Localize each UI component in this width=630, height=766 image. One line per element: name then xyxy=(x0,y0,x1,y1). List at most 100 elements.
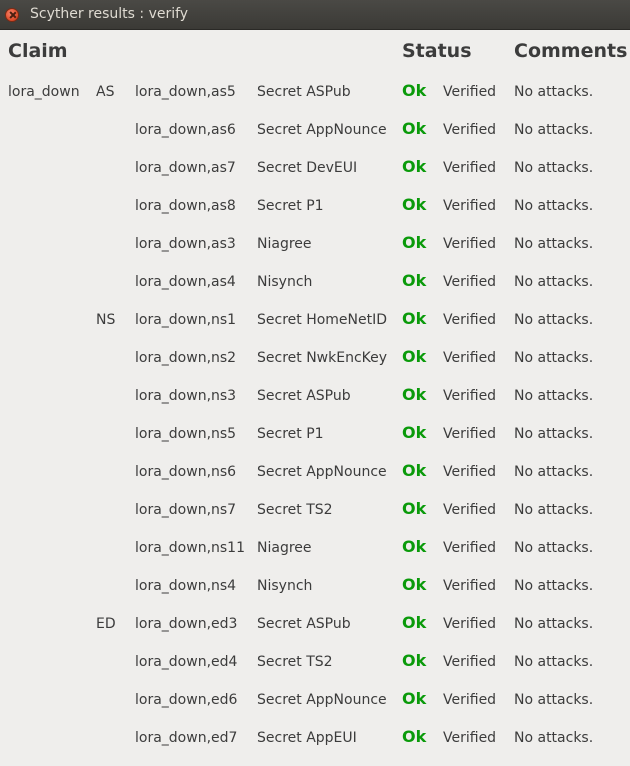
comment-text: No attacks. xyxy=(514,350,594,366)
claim-type: Secret AppEUI xyxy=(257,730,357,746)
status-ok: Ok xyxy=(402,309,427,328)
status-ok: Ok xyxy=(402,385,427,404)
protocol-name: lora_down xyxy=(8,84,80,100)
status-verified: Verified xyxy=(443,388,497,404)
table-row: lora_down,as8 Secret P1 Ok Verified No attac… xyxy=(0,195,630,234)
comment-text: No attacks. xyxy=(514,464,594,480)
status-ok: Ok xyxy=(402,727,427,746)
status-ok: Ok xyxy=(402,423,427,442)
status-ok: Ok xyxy=(402,119,427,138)
status-ok: Ok xyxy=(402,537,427,556)
table-row: lora_down,ns2 Secret NwkEncKey Ok Verified N… xyxy=(0,347,630,386)
claim-type: Secret P1 xyxy=(257,426,324,442)
role-name: ED xyxy=(96,616,116,632)
claim-type: Secret ASPub xyxy=(257,616,351,632)
claim-label: lora_down,ns1 xyxy=(135,312,237,328)
claim-label: lora_down,ns6 xyxy=(135,464,237,480)
status-ok: Ok xyxy=(402,347,427,366)
status-ok: Ok xyxy=(402,81,427,100)
claim-label: lora_down,ns2 xyxy=(135,350,237,366)
status-ok: Ok xyxy=(402,651,427,670)
comment-text: No attacks. xyxy=(514,312,594,328)
comments-column-header: Comments xyxy=(514,40,628,62)
status-ok: Ok xyxy=(402,195,427,214)
claim-label: lora_down,ns7 xyxy=(135,502,237,518)
claim-type: Secret AppNounce xyxy=(257,464,387,480)
claim-type: Niagree xyxy=(257,236,312,252)
table-row: lora_down,ns7 Secret TS2 Ok Verified No atta… xyxy=(0,499,630,538)
status-verified: Verified xyxy=(443,616,497,632)
comment-text: No attacks. xyxy=(514,388,594,404)
claim-type: Secret HomeNetID xyxy=(257,312,388,328)
comment-text: No attacks. xyxy=(514,578,594,594)
comment-text: No attacks. xyxy=(514,540,594,556)
claim-column-header: Claim xyxy=(8,40,68,62)
status-verified: Verified xyxy=(443,84,497,100)
table-row: lora_down,as4 Nisynch Ok Verified No attacks… xyxy=(0,271,630,310)
status-ok: Ok xyxy=(402,575,427,594)
status-verified: Verified xyxy=(443,236,497,252)
status-verified: Verified xyxy=(443,350,497,366)
table-row: lora_down,ed6 Secret AppNounce Ok Verified N… xyxy=(0,689,630,728)
comment-text: No attacks. xyxy=(514,84,594,100)
claim-label: lora_down,as3 xyxy=(135,236,236,252)
claim-type: Secret P1 xyxy=(257,198,324,214)
comment-text: No attacks. xyxy=(514,654,594,670)
status-ok: Ok xyxy=(402,157,427,176)
comment-text: No attacks. xyxy=(514,274,594,290)
claim-type: Nisynch xyxy=(257,274,313,290)
table-row: ED lora_down,ed3 Secret ASPub Ok Verified No … xyxy=(0,613,630,652)
table-row: lora_down AS lora_down,as5 Secret ASPub Ok Ve… xyxy=(0,81,630,120)
status-verified: Verified xyxy=(443,730,497,746)
table-row: lora_down,as7 Secret DevEUI Ok Verified No a… xyxy=(0,157,630,196)
status-ok: Ok xyxy=(402,499,427,518)
table-row: lora_down,as3 Niagree Ok Verified No attacks… xyxy=(0,233,630,272)
comment-text: No attacks. xyxy=(514,426,594,442)
close-icon[interactable] xyxy=(5,8,19,22)
claim-type: Secret DevEUI xyxy=(257,160,358,176)
comment-text: No attacks. xyxy=(514,198,594,214)
claim-label: lora_down,as4 xyxy=(135,274,236,290)
table-row: lora_down,ns5 Secret P1 Ok Verified No attac… xyxy=(0,423,630,462)
status-ok: Ok xyxy=(402,461,427,480)
title-bar: Scyther results : verify xyxy=(0,0,630,30)
claim-label: lora_down,ns5 xyxy=(135,426,237,442)
claim-label: lora_down,ns11 xyxy=(135,540,245,556)
comment-text: No attacks. xyxy=(514,692,594,708)
claim-label: lora_down,as8 xyxy=(135,198,236,214)
claim-type: Nisynch xyxy=(257,578,313,594)
claim-type: Secret NwkEncKey xyxy=(257,350,388,366)
status-verified: Verified xyxy=(443,426,497,442)
table-row: lora_down,ns11 Niagree Ok Verified No attack… xyxy=(0,537,630,576)
status-verified: Verified xyxy=(443,502,497,518)
status-verified: Verified xyxy=(443,312,497,328)
status-verified: Verified xyxy=(443,578,497,594)
table-row: lora_down,ed4 Secret TS2 Ok Verified No atta… xyxy=(0,651,630,690)
status-verified: Verified xyxy=(443,122,497,138)
claim-type: Secret TS2 xyxy=(257,654,333,670)
table-row: lora_down,ns3 Secret ASPub Ok Verified No at… xyxy=(0,385,630,424)
status-verified: Verified xyxy=(443,160,497,176)
comment-text: No attacks. xyxy=(514,616,594,632)
comment-text: No attacks. xyxy=(514,160,594,176)
claim-label: lora_down,ed7 xyxy=(135,730,238,746)
comment-text: No attacks. xyxy=(514,730,594,746)
claim-label: lora_down,ns4 xyxy=(135,578,237,594)
claim-type: Secret ASPub xyxy=(257,388,351,404)
status-ok: Ok xyxy=(402,613,427,632)
role-name: NS xyxy=(96,312,116,328)
status-verified: Verified xyxy=(443,540,497,556)
claim-label: lora_down,ed4 xyxy=(135,654,238,670)
table-row: NS lora_down,ns1 Secret HomeNetID Ok Verifie… xyxy=(0,309,630,348)
claim-label: lora_down,as6 xyxy=(135,122,236,138)
claim-type: Secret TS2 xyxy=(257,502,333,518)
table-row: lora_down,as6 Secret AppNounce Ok Verified N… xyxy=(0,119,630,158)
status-ok: Ok xyxy=(402,271,427,290)
status-verified: Verified xyxy=(443,464,497,480)
comment-text: No attacks. xyxy=(514,122,594,138)
window-title: Scyther results : verify xyxy=(30,6,189,22)
table-row: lora_down,ns4 Nisynch Ok Verified No attacks… xyxy=(0,575,630,614)
table-row: lora_down,ns6 Secret AppNounce Ok Verified N… xyxy=(0,461,630,500)
table-row: lora_down,ed7 Secret AppEUI Ok Verified No a… xyxy=(0,727,630,766)
claim-label: lora_down,ed3 xyxy=(135,616,238,632)
